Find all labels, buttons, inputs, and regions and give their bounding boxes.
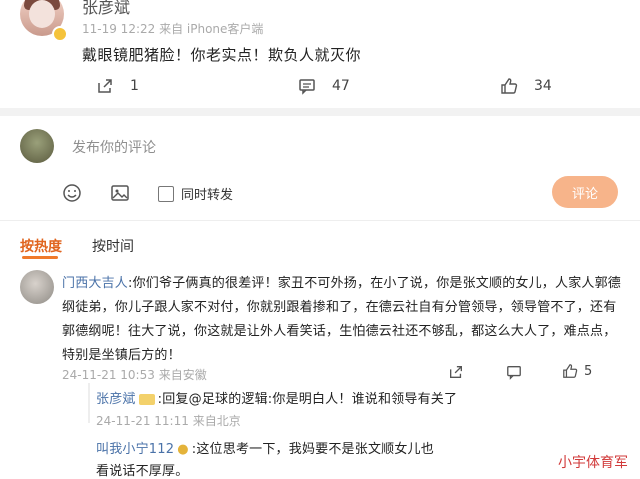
tab-hot[interactable]: 按热度 (20, 236, 62, 256)
share-count: 1 (130, 78, 139, 94)
commenter-avatar[interactable] (20, 270, 54, 304)
comment-source: 来自安徽 (158, 368, 207, 382)
emoji-icon (63, 184, 81, 202)
tabs-divider (0, 220, 640, 221)
comment-icon (507, 366, 521, 380)
reply-1-author[interactable]: 张彦斌 (96, 392, 136, 407)
reply-2-text: :这位思考一下，我妈要不是张文顺女儿也 (191, 442, 434, 457)
reply-1-source: 来自北京 (192, 414, 241, 428)
reply-2: 叫我小宁112 ●:这位思考一下，我妈要不是张文顺女儿也 (96, 438, 434, 457)
image-icon (111, 185, 129, 201)
comment-text-1: :你们爷子俩真的很差评！家丑不可外扬，在小了说，你是张文顺的女儿，人家人郭德 (128, 276, 621, 291)
post-source: 来自 iPhone客户端 (159, 22, 264, 36)
reply-1: 张彦斌 :回复@足球的逻辑:你是明白人！谁说和领导有关了 (96, 388, 457, 407)
reply-2-badge-icon: ● (177, 442, 189, 457)
comment-like-button[interactable]: 5 (562, 363, 592, 379)
submit-comment-button[interactable]: 评论 (552, 176, 618, 208)
image-button[interactable] (110, 183, 130, 203)
reply-1-meta: 24-11-21 11:11 来自北京 (96, 412, 241, 429)
commenter-name[interactable]: 门西大吉人 (62, 276, 128, 291)
comment-text-3: 郭德纲呢！往大了说，你这就是让外人看笑话，生怕德云社还不够乱，都这么大人了，难点… (62, 324, 617, 339)
comment-icon (299, 79, 315, 95)
reply-2-text-2: 看说话不厚厚。 (96, 464, 189, 479)
section-divider (0, 108, 640, 116)
reply-1-time: 24-11-21 11:11 (96, 414, 189, 428)
thumbs-up-icon (563, 364, 578, 378)
tab-time[interactable]: 按时间 (92, 236, 134, 256)
current-user-avatar (20, 129, 54, 163)
like-count: 34 (534, 78, 552, 94)
thumbs-up-icon (501, 78, 518, 94)
active-tab-indicator (22, 256, 58, 259)
comment-text-4: 特别是坐镇后方的！ (62, 348, 181, 363)
reply-1-text: :回复@足球的逻辑:你是明白人！谁说和领导有关了 (157, 392, 458, 407)
fan-badge-icon (138, 394, 155, 405)
comment-meta: 24-11-21 10:53 来自安徽 (62, 366, 207, 383)
share-icon (98, 79, 112, 93)
emoji-button[interactable] (62, 183, 82, 203)
verified-badge-icon (52, 26, 68, 42)
reply-2-author[interactable]: 叫我小宁112 (96, 442, 174, 457)
comment-line-1: 门西大吉人:你们爷子俩真的很差评！家丑不可外扬，在小了说，你是张文顺的女儿，人家… (62, 272, 621, 291)
comment-input[interactable]: 发布你的评论 (72, 137, 156, 157)
post-text: 戴眼镜肥猪脸！你老实点！欺负人就灭你 (82, 46, 362, 64)
comment-time: 24-11-21 10:53 (62, 368, 155, 382)
reply-thread-line (88, 383, 90, 423)
comment-share-button[interactable] (448, 364, 464, 384)
comment-reply-button[interactable] (506, 364, 522, 384)
comment-like-count: 5 (584, 363, 593, 379)
watermark: 小宇体育军 (554, 452, 632, 472)
comment-button[interactable]: 47 (298, 77, 350, 95)
post-meta: 11-19 12:22 来自 iPhone客户端 (82, 20, 263, 37)
share-icon (450, 366, 462, 378)
repost-checkbox[interactable]: 同时转发 (158, 184, 233, 203)
like-button[interactable]: 34 (500, 77, 552, 95)
comment-count: 47 (332, 78, 350, 94)
share-button[interactable]: 1 (96, 77, 139, 95)
post-time: 11-19 12:22 (82, 22, 156, 36)
post-author-name[interactable]: 张彦斌 (82, 0, 130, 18)
checkbox-icon (158, 185, 174, 202)
comment-text-2: 纲徒弟，你儿子跟人家不对付，你就别跟着掺和了，在德云社自有分管领导，领导管不了，… (62, 300, 617, 315)
repost-label: 同时转发 (181, 188, 234, 203)
